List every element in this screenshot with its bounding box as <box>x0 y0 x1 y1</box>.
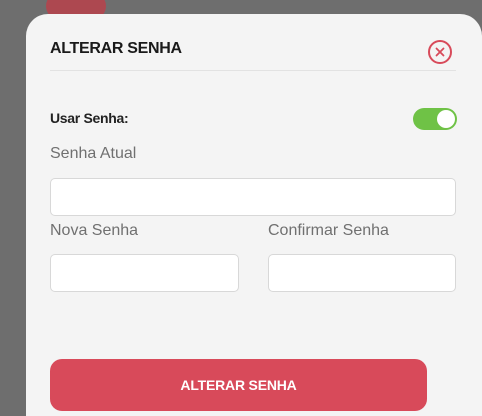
change-password-modal: ALTERAR SENHA Usar Senha: Senha Atual No… <box>26 14 482 416</box>
toggle-knob <box>437 110 455 128</box>
confirm-password-label: Confirmar Senha <box>268 222 389 239</box>
title-divider <box>50 70 456 71</box>
close-button[interactable] <box>428 40 452 64</box>
new-password-label: Nova Senha <box>50 222 139 239</box>
change-password-button[interactable]: ALTERAR SENHA <box>50 359 427 411</box>
current-password-field[interactable] <box>50 178 456 216</box>
close-icon <box>435 47 445 57</box>
current-password-label: Senha Atual <box>50 145 137 162</box>
use-password-label: Usar Senha: <box>50 110 129 126</box>
new-password-field[interactable] <box>50 254 239 292</box>
modal-title: ALTERAR SENHA <box>50 40 182 57</box>
use-password-toggle[interactable] <box>413 108 457 130</box>
confirm-password-field[interactable] <box>268 254 456 292</box>
